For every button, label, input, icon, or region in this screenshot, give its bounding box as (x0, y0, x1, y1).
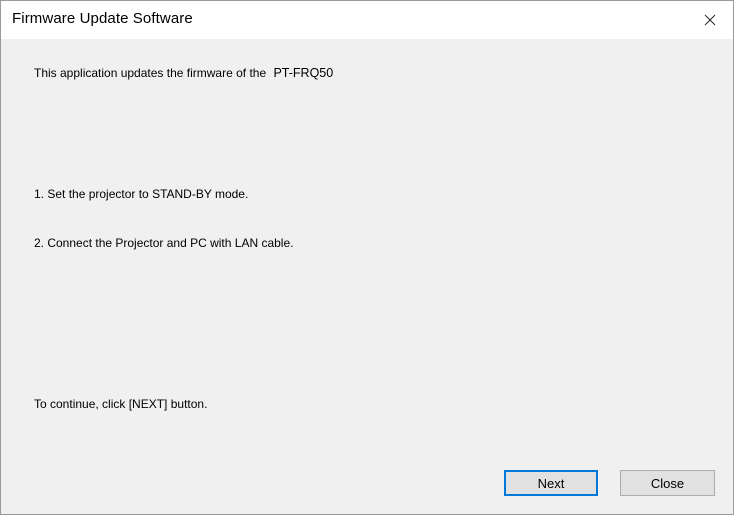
title-bar: Firmware Update Software (1, 1, 733, 39)
dialog-content: This application updates the firmware of… (1, 39, 733, 514)
close-button[interactable]: Close (620, 470, 715, 496)
next-button[interactable]: Next (504, 470, 598, 496)
close-icon[interactable] (687, 1, 733, 39)
firmware-update-window: Firmware Update Software This applicatio… (0, 0, 734, 515)
step-1-text: 1. Set the projector to STAND-BY mode. (34, 187, 249, 201)
step-2-text: 2. Connect the Projector and PC with LAN… (34, 236, 294, 250)
model-name: PT-FRQ50 (273, 66, 334, 80)
intro-text: This application updates the firmware of… (34, 66, 267, 80)
window-title: Firmware Update Software (12, 10, 193, 27)
intro-line: This application updates the firmware of… (34, 66, 333, 80)
continue-instruction: To continue, click [NEXT] button. (34, 397, 208, 411)
